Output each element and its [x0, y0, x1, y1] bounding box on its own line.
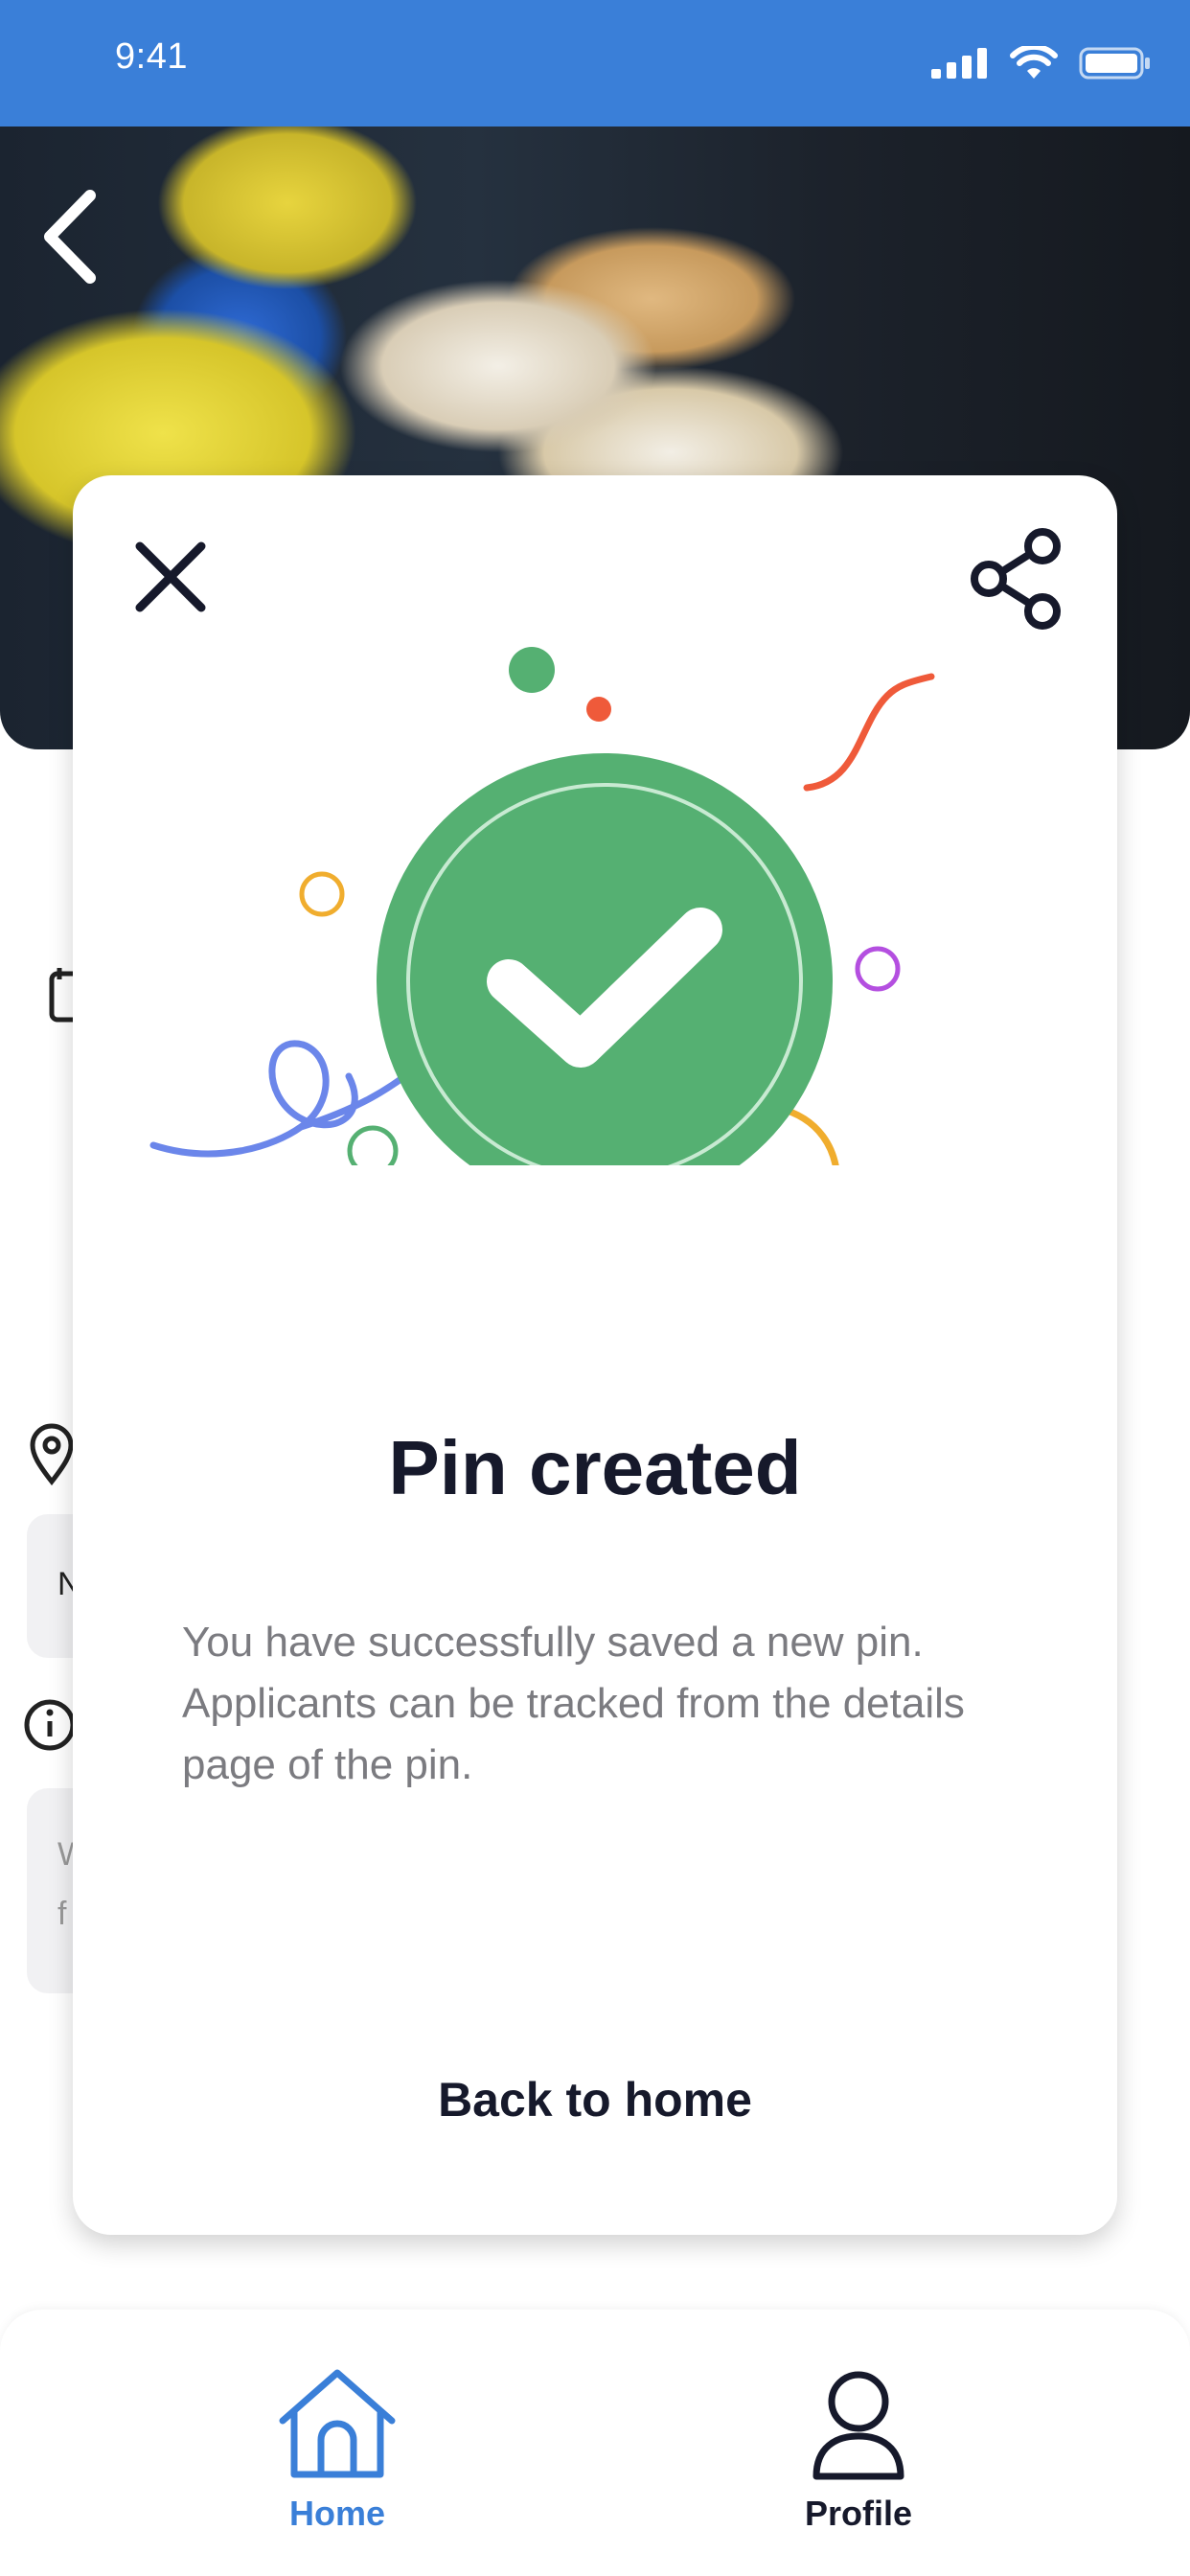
info-icon: [24, 1699, 76, 1751]
nav-item-profile[interactable]: Profile: [753, 2367, 964, 2533]
confetti-loop: [149, 1040, 418, 1158]
modal-message: You have successfully saved a new pin. A…: [182, 1619, 965, 1788]
confetti-ring: [299, 871, 345, 917]
cellular-signal-icon: [931, 48, 987, 79]
confetti-dot: [586, 697, 611, 722]
description-field-line-2: f: [57, 1896, 67, 1932]
success-circle: [377, 753, 833, 1165]
back-arrow-icon[interactable]: [31, 184, 117, 289]
confetti-squiggle: [803, 673, 935, 792]
nav-item-home[interactable]: Home: [232, 2367, 443, 2533]
confetti-ring: [347, 1125, 399, 1165]
home-icon: [279, 2369, 396, 2478]
share-icon[interactable]: [968, 525, 1073, 631]
status-icons: [931, 44, 1152, 82]
wifi-icon: [1010, 46, 1058, 79]
bottom-nav: Home Profile: [0, 2310, 1190, 2576]
modal-title: Pin created: [388, 1425, 802, 1510]
close-icon[interactable]: [132, 539, 209, 615]
success-modal: Pin created You have successfully saved …: [73, 475, 1117, 2235]
back-to-home-button[interactable]: Back to home: [73, 2072, 1117, 2128]
confetti-dot: [509, 647, 555, 693]
profile-icon: [812, 2371, 904, 2480]
nav-label-profile: Profile: [804, 2494, 913, 2533]
battery-icon: [1079, 47, 1150, 80]
status-bar: 9:41: [0, 0, 1190, 126]
nav-label-home: Home: [288, 2494, 386, 2533]
status-time: 9:41: [115, 36, 188, 77]
confetti-ring: [855, 946, 901, 992]
success-illustration: [149, 647, 935, 1165]
location-pin-icon: [30, 1423, 74, 1485]
